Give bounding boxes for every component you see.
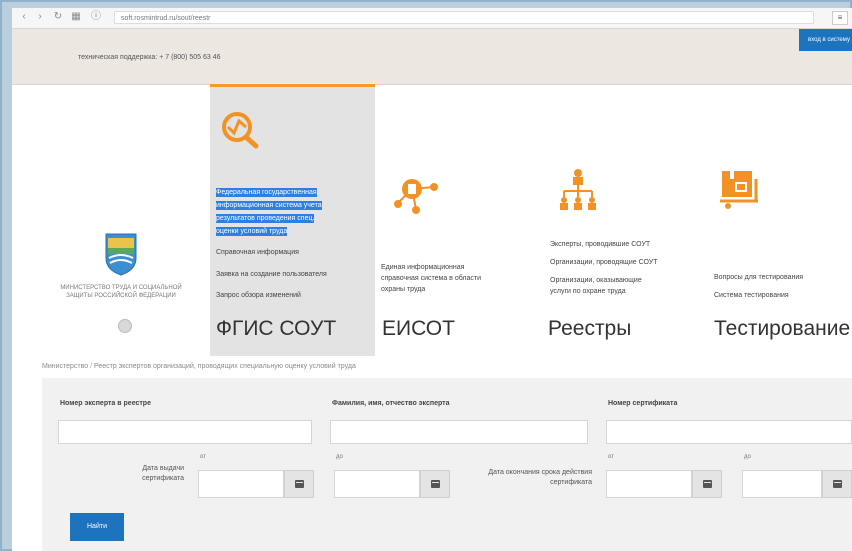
issue-date-to-input[interactable] [334, 470, 420, 498]
network-nodes-icon [394, 179, 438, 214]
link-fgis-description-4[interactable]: оценки условий труда [216, 227, 288, 236]
link-registry-services-1[interactable]: Организации, оказывающие [550, 277, 642, 284]
services-tiles: МИНИСТЕРСТВО ТРУДА И СОЦИАЛЬНОЙ ЗАЩИТЫ Р… [12, 84, 852, 362]
hierarchy-icon [560, 169, 596, 210]
browser-toolbar: ‹ › ↻ ▦ ⓘ soft.rosmintrud.ru/sout/reestr… [12, 8, 852, 29]
breadcrumb-root[interactable]: Министерство [42, 363, 88, 370]
ministry-name: МИНИСТЕРСТВО ТРУДА И СОЦИАЛЬНОЙ ЗАЩИТЫ Р… [60, 285, 182, 299]
tile-title-registries[interactable]: Реестры [548, 317, 631, 341]
fio-input[interactable] [330, 420, 588, 444]
expiry-date-label: Дата окончания срока действия сертификат… [488, 469, 592, 486]
tabs-icon[interactable]: ▦ [70, 11, 82, 23]
magnifier-chart-icon [222, 112, 259, 149]
secure-icon[interactable]: ⓘ [90, 11, 102, 23]
expiry-from-label: от [608, 454, 614, 460]
link-eisot-1[interactable]: Единая информационная [381, 264, 464, 271]
login-button[interactable]: вход в систему [799, 29, 852, 51]
link-testing-questions[interactable]: Вопросы для тестирования [714, 274, 803, 281]
expert-number-input[interactable] [58, 420, 312, 444]
browser-window: ‹ › ↻ ▦ ⓘ soft.rosmintrud.ru/sout/reestr… [12, 8, 852, 551]
browser-menu-icon[interactable]: ≡ [832, 11, 848, 25]
ministry-seal-icon [118, 319, 132, 333]
tile-title-fgis[interactable]: ФГИС СОУТ [216, 317, 336, 341]
breadcrumb-current: Реестр экспертов организаций, проводящих… [94, 363, 356, 370]
link-fgis-description-2[interactable]: информационная система учета [216, 201, 322, 210]
certificate-number-input[interactable] [606, 420, 852, 444]
link-changes-request[interactable]: Запрос обзора изменений [216, 292, 301, 299]
expiry-date-to-input[interactable] [742, 470, 822, 498]
issue-date-from-input[interactable] [198, 470, 284, 498]
link-reference-info[interactable]: Справочная информация [216, 249, 299, 256]
tile-title-eisot[interactable]: ЕИСОТ [382, 317, 455, 341]
ministry-emblem-icon [105, 233, 137, 276]
calendar-icon[interactable] [284, 470, 314, 498]
link-registry-experts[interactable]: Эксперты, проводившие СОУТ [550, 241, 650, 248]
filter-panel: Номер эксперта в реестре Фамилия, имя, о… [42, 378, 852, 551]
issue-to-label: до [336, 454, 343, 460]
top-strip: техническая поддержка: + 7 (800) 505 63 … [12, 29, 852, 85]
link-fgis-description-1[interactable]: Федеральная государственная [216, 188, 317, 197]
link-registry-orgs[interactable]: Организации, проводящие СОУТ [550, 259, 657, 266]
certificate-number-label: Номер сертификата [608, 400, 678, 407]
expiry-to-label: до [744, 454, 751, 460]
expiry-date-from-input[interactable] [606, 470, 692, 498]
address-bar[interactable]: soft.rosmintrud.ru/sout/reestr [114, 11, 814, 24]
support-phone: техническая поддержка: + 7 (800) 505 63 … [78, 54, 221, 61]
breadcrumb: Министерство / Реестр экспертов организа… [42, 363, 356, 370]
link-user-request[interactable]: Заявка на создание пользователя [216, 271, 327, 278]
reload-icon[interactable]: ↻ [52, 11, 64, 23]
truck-box-icon [720, 171, 758, 209]
calendar-icon[interactable] [420, 470, 450, 498]
link-registry-services-2[interactable]: услуги по охране труда [550, 288, 626, 295]
link-eisot-2[interactable]: справочная система в области [381, 275, 481, 282]
link-testing-system[interactable]: Система тестирования [714, 292, 789, 299]
calendar-icon[interactable] [822, 470, 852, 498]
link-eisot-3[interactable]: охраны труда [381, 286, 425, 293]
back-icon[interactable]: ‹ [18, 11, 30, 23]
issue-date-label: Дата выдачи сертификата [142, 465, 184, 482]
forward-icon[interactable]: › [34, 11, 46, 23]
fio-label: Фамилия, имя, отчество эксперта [332, 400, 450, 407]
find-button[interactable]: Найти [70, 513, 124, 541]
issue-from-label: от [200, 454, 206, 460]
calendar-icon[interactable] [692, 470, 722, 498]
expert-number-label: Номер эксперта в реестре [60, 400, 151, 407]
link-fgis-description-3[interactable]: результатов проведения спец. [216, 214, 315, 223]
tile-title-testing[interactable]: Тестирование [714, 317, 850, 341]
